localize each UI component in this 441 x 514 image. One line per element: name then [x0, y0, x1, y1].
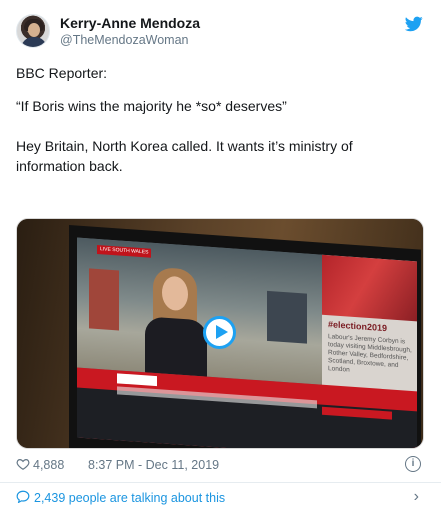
reporter-body: [145, 316, 207, 377]
twitter-bird-icon[interactable]: [405, 16, 423, 32]
info-icon[interactable]: i: [405, 456, 421, 472]
side-panel-text: Labour's Jeremy Corbyn is today visiting…: [328, 333, 412, 374]
tv-frame: LIVE SOUTH WALES #election2019 Labour's …: [69, 225, 421, 448]
author-name[interactable]: Kerry-Anne Mendoza: [60, 15, 200, 31]
factory-scene: [77, 237, 322, 385]
machine-grey: [267, 290, 307, 344]
tweet-header: Kerry-Anne Mendoza @TheMendozaWoman: [16, 14, 425, 50]
tweet-card: Kerry-Anne Mendoza @TheMendozaWoman BBC …: [0, 0, 441, 514]
tweet-text-line-1: BBC Reporter:: [16, 65, 108, 81]
avatar[interactable]: [16, 14, 50, 48]
tweet-text-line-2: “If Boris wins the majority he *so* dese…: [16, 98, 287, 114]
avatar-shirt: [21, 37, 47, 47]
timestamp[interactable]: 8:37 PM - Dec 11, 2019: [88, 458, 219, 472]
tweet-text-line-3: Hey Britain, North Korea called. It want…: [16, 138, 353, 174]
divider: [0, 482, 441, 483]
machine-red: [89, 268, 119, 331]
like-count[interactable]: 4,888: [33, 458, 64, 472]
tweet-meta: 4,888 8:37 PM - Dec 11, 2019 i: [16, 456, 425, 474]
chevron-right-icon[interactable]: ›: [414, 488, 419, 506]
crowd-image: [322, 254, 417, 322]
election-hashtag: #election2019: [328, 319, 388, 334]
heart-icon[interactable]: [16, 457, 30, 471]
reporter-figure: [145, 266, 207, 377]
conversation-link[interactable]: 2,439 people are talking about this ›: [16, 488, 425, 508]
author-handle[interactable]: @TheMendozaWoman: [60, 33, 189, 47]
avatar-face: [28, 23, 40, 37]
comment-bubble-icon: [16, 490, 30, 503]
play-icon[interactable]: [203, 316, 236, 349]
tv-screen: LIVE SOUTH WALES #election2019 Labour's …: [77, 237, 417, 448]
talking-count-link[interactable]: 2,439 people are talking about this: [34, 491, 225, 505]
